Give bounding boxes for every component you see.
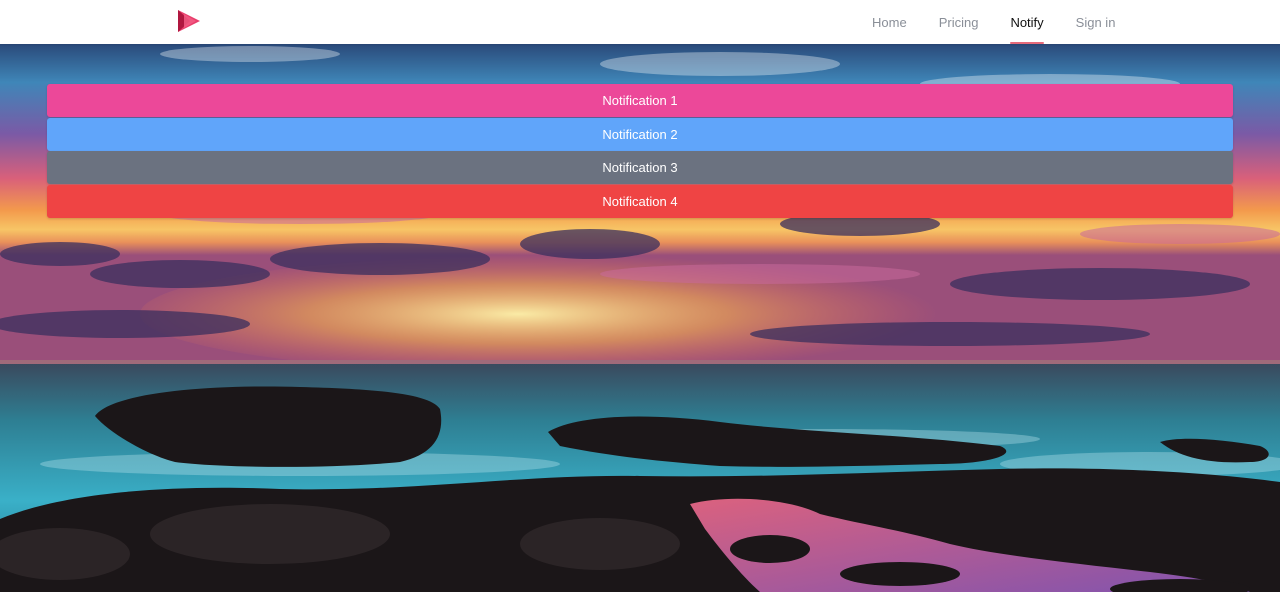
notification-4[interactable]: Notification 4 bbox=[47, 184, 1233, 218]
nav-links: Home Pricing Notify Sign in bbox=[856, 0, 1131, 44]
logo-icon[interactable] bbox=[176, 8, 204, 34]
nav-link-notify[interactable]: Notify bbox=[998, 0, 1055, 44]
navbar: Home Pricing Notify Sign in bbox=[0, 0, 1280, 44]
nav-link-pricing[interactable]: Pricing bbox=[927, 0, 991, 44]
nav-link-sign-in[interactable]: Sign in bbox=[1064, 0, 1128, 44]
nav-link-home[interactable]: Home bbox=[860, 0, 919, 44]
notification-3[interactable]: Notification 3 bbox=[47, 151, 1233, 184]
notification-1[interactable]: Notification 1 bbox=[47, 84, 1233, 117]
notification-2[interactable]: Notification 2 bbox=[47, 117, 1233, 151]
notification-list: Notification 1 Notification 2 Notificati… bbox=[47, 84, 1233, 218]
